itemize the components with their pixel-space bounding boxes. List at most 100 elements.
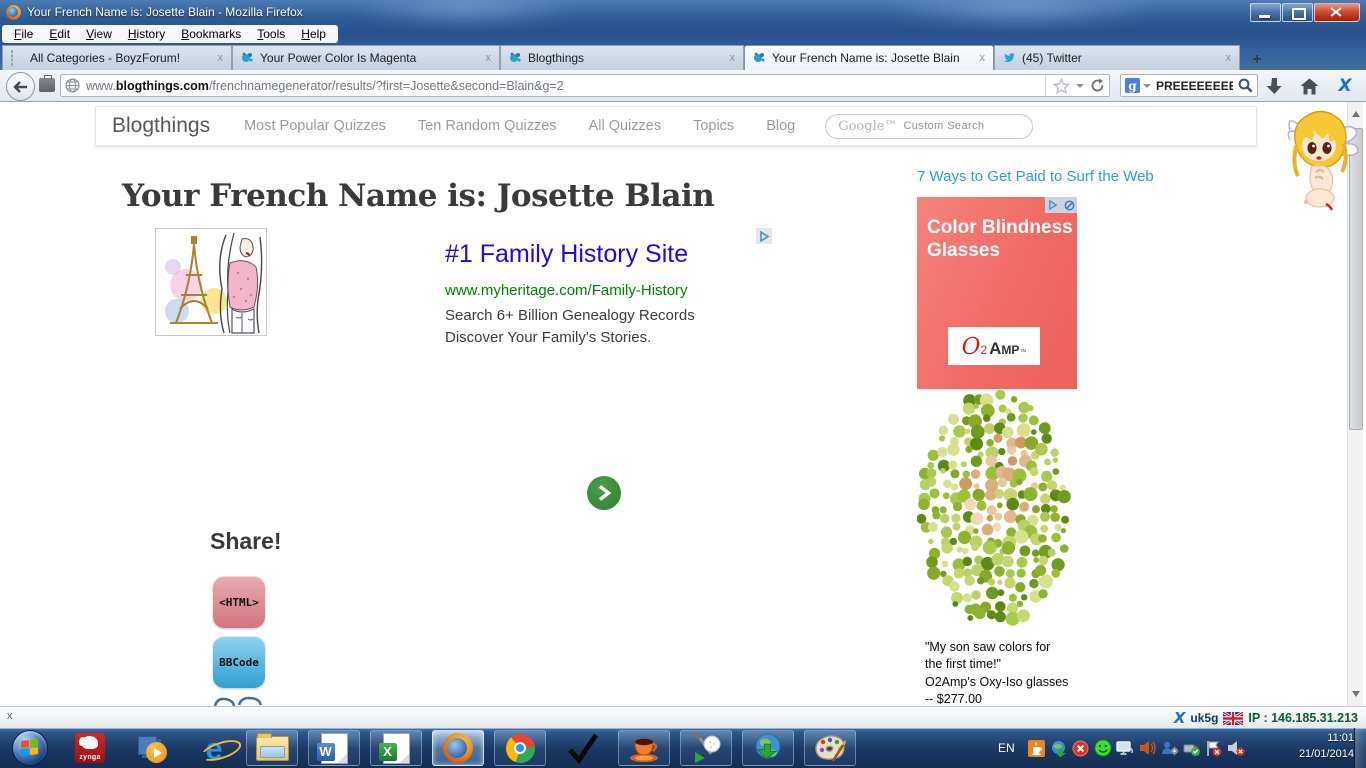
menu-view[interactable]: View (78, 26, 120, 42)
adchoices-icon[interactable] (756, 228, 772, 244)
start-button[interactable] (4, 730, 56, 766)
nav-blog[interactable]: Blog (766, 118, 795, 134)
google-search-engine-icon[interactable]: g (1125, 78, 1140, 93)
taskbar-clock[interactable]: 11:01 21/01/2014 (1258, 731, 1354, 763)
nav-all-quizzes[interactable]: All Quizzes (589, 118, 662, 134)
tray-usb-icon[interactable] (1183, 728, 1201, 768)
taskbar-internet-explorer-button[interactable]: e (188, 730, 240, 766)
language-indicator[interactable]: EN (998, 728, 1015, 768)
taskbar-checkmark-app-button[interactable] (556, 730, 608, 766)
maximize-button[interactable] (1282, 3, 1313, 22)
back-button[interactable] (6, 72, 35, 101)
folder-icon (256, 736, 289, 761)
bookmarks-dropdown-icon[interactable] (1076, 84, 1084, 88)
share-heading: Share! (210, 528, 282, 555)
tab-close-icon[interactable]: x (979, 52, 987, 64)
menu-file[interactable]: File (6, 26, 41, 42)
placeholder-favicon (10, 51, 24, 65)
twitter-favicon (1002, 51, 1016, 65)
taskbar-explorer-button[interactable] (246, 730, 298, 766)
network-name: uk5g (1190, 711, 1218, 725)
tab-strip: All Categories - BoyzForum! x Your Power… (0, 45, 1366, 70)
tab-power-color[interactable]: Your Power Color Is Magenta x (232, 45, 500, 70)
new-tab-button[interactable]: + (1244, 49, 1270, 70)
ip-address: IP : 146.185.31.213 (1248, 711, 1358, 725)
uk-flag-icon (1223, 712, 1243, 725)
taskbar-chrome-button[interactable] (494, 730, 546, 766)
tab-close-icon[interactable]: x (729, 52, 737, 64)
tab-french-name-active[interactable]: Your French Name is: Josette Blain x (744, 45, 994, 70)
browser-window-chrome: Your French Name is: Josette Blain - Moz… (0, 0, 1366, 70)
url-bar[interactable]: www.blogthings.com/frenchnamegenerator/r… (60, 74, 1110, 97)
taskbar-download-manager-button[interactable] (742, 730, 794, 766)
tray-red-x-icon[interactable] (1072, 728, 1089, 768)
taskbar-zynga-button[interactable]: zynga (64, 730, 116, 766)
nav-most-popular-quizzes[interactable]: Most Popular Quizzes (244, 118, 386, 134)
statusbar-close-button[interactable]: x (7, 710, 13, 722)
share-html-button[interactable]: <HTML> (213, 576, 265, 628)
taskbar-media-player-button[interactable] (126, 730, 178, 766)
tray-volume-orange-icon[interactable] (1139, 728, 1156, 768)
nav-ten-random-quizzes[interactable]: Ten Random Quizzes (418, 118, 557, 134)
tab-close-icon[interactable]: x (217, 52, 225, 64)
ad-block-icon[interactable] (1061, 197, 1077, 213)
blogthings-favicon (240, 51, 254, 65)
back-arrow-icon (13, 81, 29, 93)
taskbar-coffee-app-button[interactable] (618, 730, 670, 766)
browser-search-bar[interactable]: g (1120, 74, 1258, 97)
color-blindness-ad[interactable]: Color BlindnessGlasses O2AMP™ "My son sa… (917, 197, 1077, 706)
downloads-button[interactable] (1262, 76, 1284, 96)
tab-close-icon[interactable]: x (485, 52, 493, 64)
bookmark-star-icon[interactable] (1053, 78, 1070, 94)
menu-edit[interactable]: Edit (41, 26, 78, 42)
site-logo[interactable]: Blogthings (112, 114, 210, 138)
taskbar-golf-app-button[interactable] (680, 730, 732, 766)
taskbar-paint-app-button[interactable] (804, 730, 856, 766)
taskbar-firefox-button-active[interactable] (432, 730, 484, 766)
tray-user-gear-icon[interactable] (1161, 728, 1179, 768)
ad-go-button[interactable] (587, 476, 621, 510)
taskbar-excel-button[interactable]: X (370, 730, 422, 766)
golf-ball-club-icon (689, 732, 723, 764)
tray-idm-icon[interactable] (1050, 728, 1067, 768)
forward-button-stub[interactable] (39, 78, 55, 92)
tray-java-icon[interactable] (1028, 728, 1045, 768)
close-button[interactable] (1314, 3, 1360, 22)
ad-title-link[interactable]: #1 Family History Site (445, 240, 745, 269)
tab-twitter[interactable]: (45) Twitter x (994, 45, 1240, 70)
show-desktop-button[interactable] (1354, 728, 1366, 768)
tray-volume-muted-icon[interactable] (1227, 728, 1245, 768)
coffee-cup-icon (627, 733, 661, 763)
tray-action-center-flag-icon[interactable] (1205, 728, 1222, 768)
tab-blogthings[interactable]: Blogthings x (500, 45, 744, 70)
nav-topics[interactable]: Topics (693, 118, 734, 134)
home-button[interactable] (1298, 76, 1320, 96)
x-app-toolbar-button[interactable]: X (1334, 76, 1356, 96)
tray-smiley-icon[interactable] (1094, 728, 1112, 768)
internet-explorer-icon: e (205, 733, 222, 764)
menu-bookmarks[interactable]: Bookmarks (173, 26, 249, 42)
magnifier-icon[interactable] (1238, 78, 1253, 93)
share-bbcode-button[interactable]: BBCode (213, 636, 265, 688)
ad-display-url[interactable]: www.myheritage.com/Family-History (445, 282, 745, 299)
x-app-icon: X (1338, 76, 1351, 96)
tray-display-icon[interactable] (1116, 728, 1134, 768)
status-bar: x X uk5g IP : 146.185.31.213 (0, 706, 1366, 728)
adchoices-icon[interactable] (1045, 197, 1061, 213)
menu-help[interactable]: Help (293, 26, 334, 42)
minimize-button[interactable] (1250, 3, 1281, 22)
menu-tools[interactable]: Tools (249, 26, 293, 42)
menu-history[interactable]: History (120, 26, 173, 42)
clock-time: 11:01 (1258, 731, 1354, 747)
tab-close-icon[interactable]: x (1225, 52, 1233, 64)
reload-icon[interactable] (1090, 78, 1105, 93)
custom-search-input[interactable]: Google™ Custom Search (825, 114, 1033, 139)
scroll-down-icon[interactable] (1352, 691, 1360, 697)
share-glasses-button-partial[interactable] (213, 696, 265, 706)
tab-boyzforum[interactable]: All Categories - BoyzForum! x (2, 45, 232, 70)
promo-link[interactable]: 7 Ways to Get Paid to Surf the Web (917, 168, 1154, 185)
taskbar-word-button[interactable]: W (308, 730, 360, 766)
search-engine-dropdown-icon[interactable] (1143, 84, 1151, 88)
browser-search-input[interactable] (1154, 78, 1235, 94)
chrome-icon (506, 734, 535, 763)
